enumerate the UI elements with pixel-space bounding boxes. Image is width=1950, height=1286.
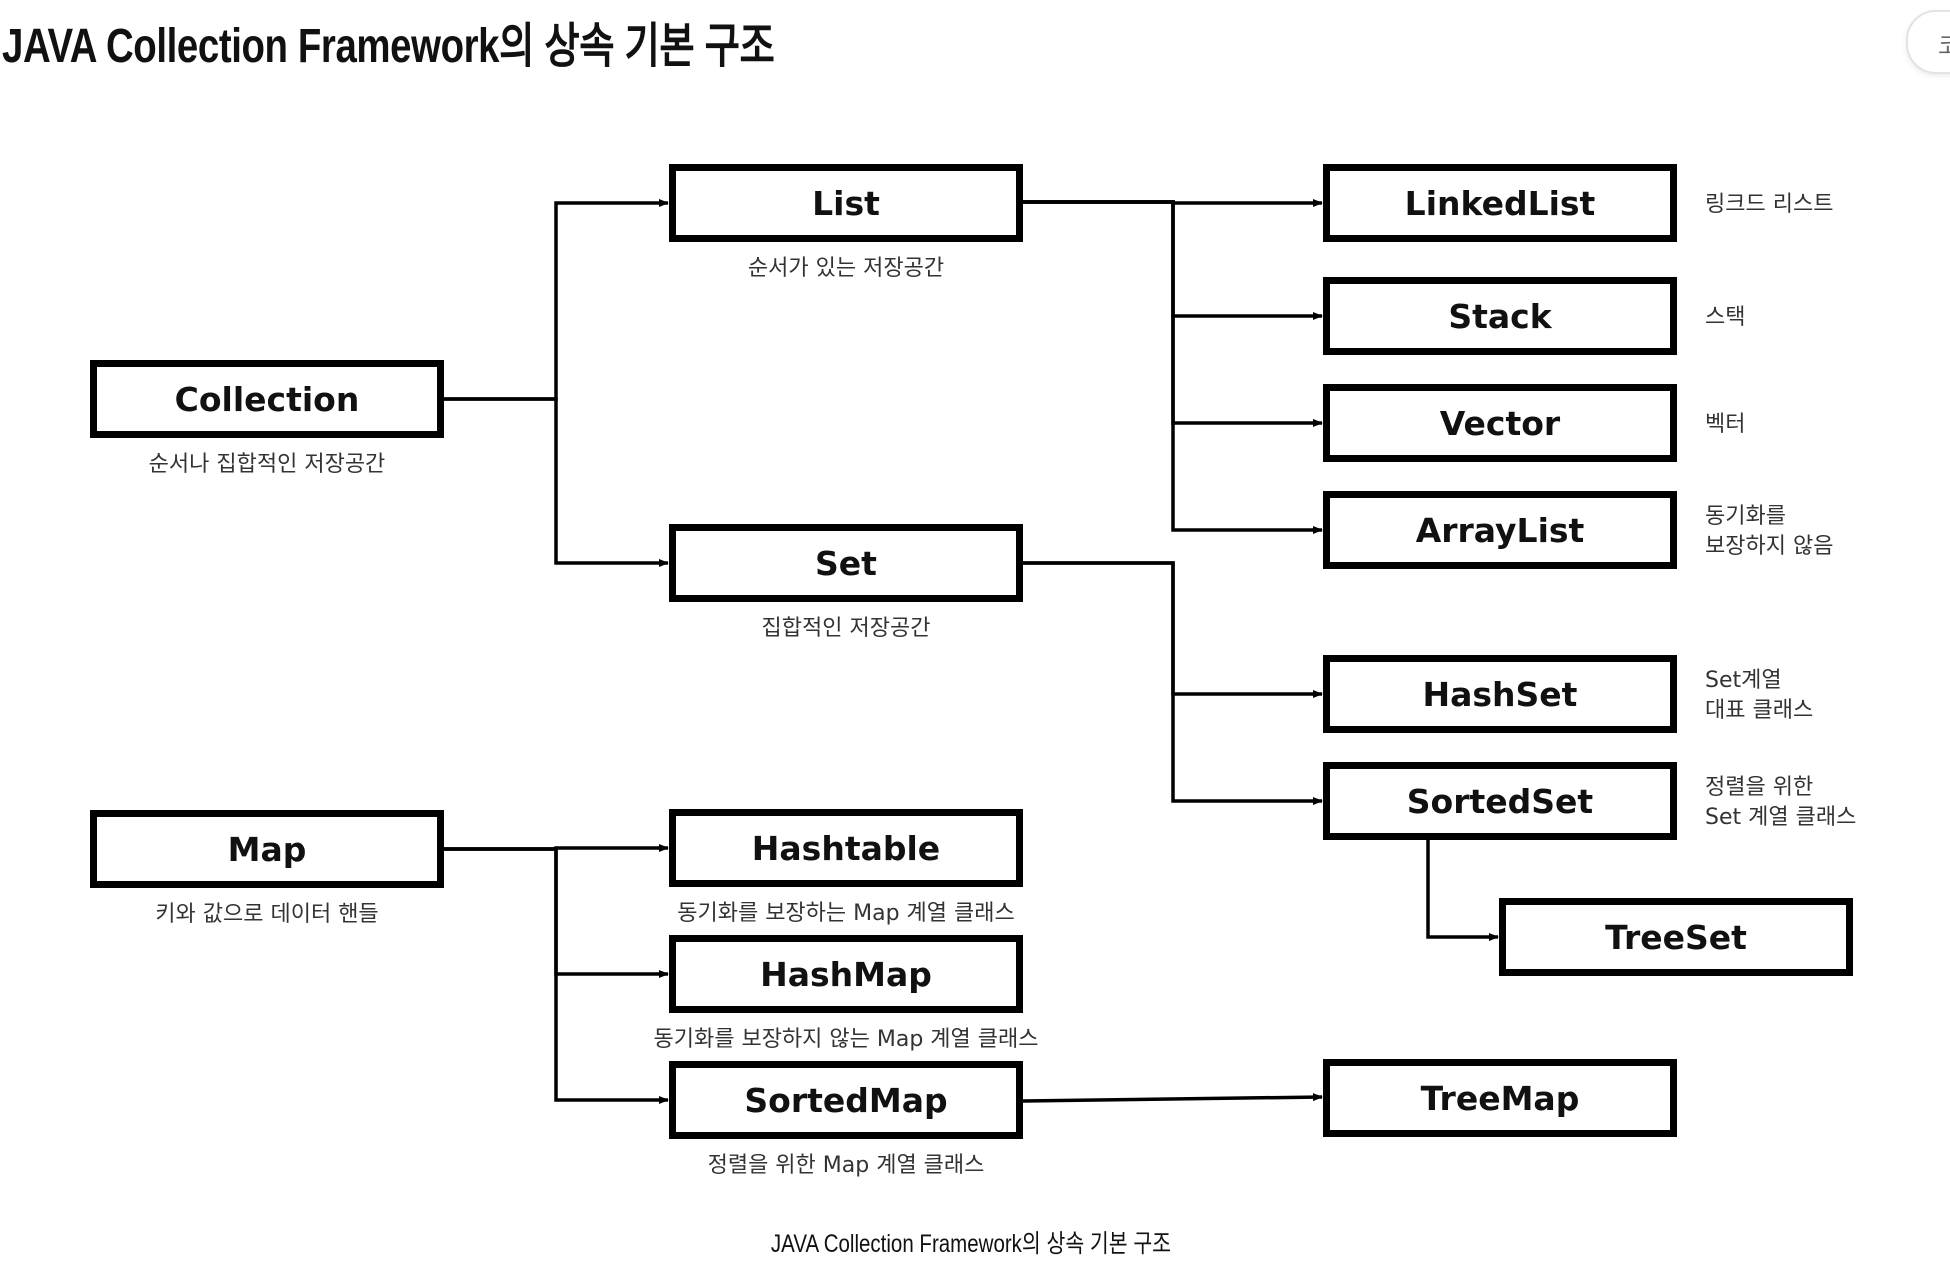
figure-caption-text: JAVA Collection Framework의 상속 기본 구조 <box>770 1230 1172 1258</box>
node-stack-note: 스택 <box>1705 305 1745 330</box>
node-collection-label: Collection <box>175 380 360 419</box>
node-stack-label: Stack <box>1448 297 1552 336</box>
node-list-note: 순서가 있는 저장공간 <box>748 256 944 281</box>
node-sortedset: SortedSet 정렬을 위한 Set 계열 클래스 <box>1323 762 1856 840</box>
node-hashset-note: 대표 클래스 <box>1705 698 1813 723</box>
node-sortedmap: SortedMap 정렬을 위한 Map 계열 클래스 <box>669 1061 1023 1178</box>
nodes: Collection 순서나 집합적인 저장공간 List 순서가 있는 저장공간 Se… <box>90 164 1856 1178</box>
node-vector: Vector 벡터 <box>1323 384 1745 462</box>
node-linkedlist: LinkedList 링크드 리스트 <box>1323 164 1833 242</box>
node-treemap-label: TreeMap <box>1421 1079 1580 1118</box>
node-vector-note: 벡터 <box>1705 412 1745 437</box>
node-map-note: 키와 값으로 데이터 핸들 <box>155 902 378 927</box>
node-hashtable-note: 동기화를 보장하는 Map 계열 클래스 <box>677 901 1015 926</box>
node-stack: Stack 스택 <box>1323 277 1745 355</box>
node-sortedset-label: SortedSet <box>1407 782 1594 821</box>
node-hashset: HashSet Set계열대표 클래스 <box>1323 655 1813 733</box>
node-hashtable: Hashtable 동기화를 보장하는 Map 계열 클래스 <box>669 809 1023 926</box>
node-collection: Collection 순서나 집합적인 저장공간 <box>90 360 444 477</box>
node-map: Map 키와 값으로 데이터 핸들 <box>90 810 444 927</box>
node-hashmap: HashMap 동기화를 보장하지 않는 Map 계열 클래스 <box>654 935 1039 1052</box>
node-arraylist-note: 보장하지 않음 <box>1705 534 1833 559</box>
node-list: List 순서가 있는 저장공간 <box>669 164 1023 281</box>
node-arraylist-note: 동기화를 <box>1705 504 1786 529</box>
node-arraylist: ArrayList 동기화를보장하지 않음 <box>1323 491 1833 569</box>
edge-collection-to-list <box>444 199 669 401</box>
node-linkedlist-note: 링크드 리스트 <box>1705 192 1833 217</box>
edge-sortedset-to-treeset <box>1426 840 1499 941</box>
node-hashset-note: Set계열 <box>1705 668 1782 693</box>
node-map-label: Map <box>228 830 307 869</box>
node-set: Set 집합적인 저장공간 <box>669 524 1023 641</box>
edge-collection-to-set <box>444 397 669 567</box>
node-sortedset-note: Set 계열 클래스 <box>1705 805 1856 830</box>
figure-caption: JAVA Collection Framework의 상속 기본 구조 <box>0 1224 1942 1260</box>
node-sortedmap-note: 정렬을 위한 Map 계열 클래스 <box>708 1153 985 1178</box>
node-set-note: 집합적인 저장공간 <box>762 616 931 641</box>
node-hashtable-label: Hashtable <box>752 829 940 868</box>
node-set-label: Set <box>815 544 877 583</box>
node-treeset-label: TreeSet <box>1605 918 1747 957</box>
node-arraylist-label: ArrayList <box>1416 511 1585 550</box>
node-sortedmap-label: SortedMap <box>744 1081 947 1120</box>
node-hashmap-note: 동기화를 보장하지 않는 Map 계열 클래스 <box>654 1027 1039 1052</box>
node-hashmap-label: HashMap <box>760 955 932 994</box>
collection-hierarchy-diagram: Collection 순서나 집합적인 저장공간 List 순서가 있는 저장공간 Se… <box>90 164 1856 1178</box>
node-list-label: List <box>812 184 880 223</box>
node-vector-label: Vector <box>1440 404 1561 443</box>
node-sortedset-note: 정렬을 위한 <box>1705 775 1813 800</box>
edge-sortedmap-to-treemap <box>1022 1093 1323 1103</box>
node-treemap: TreeMap <box>1323 1059 1677 1137</box>
edge-set-to-sortedset <box>1023 561 1323 805</box>
node-hashset-label: HashSet <box>1423 675 1578 714</box>
node-treeset: TreeSet <box>1499 898 1853 976</box>
edge-list-to-arraylist <box>1023 200 1323 534</box>
node-collection-note: 순서나 집합적인 저장공간 <box>149 452 386 477</box>
node-linkedlist-label: LinkedList <box>1405 184 1596 223</box>
